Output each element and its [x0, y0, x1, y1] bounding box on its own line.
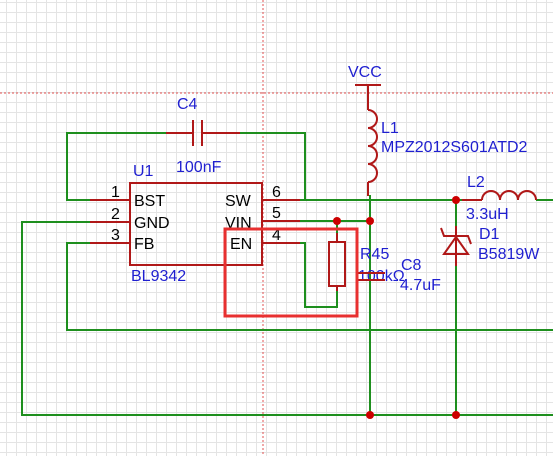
- d1-designator: D1: [479, 226, 500, 243]
- u1-pin6-num: 6: [272, 184, 281, 201]
- r45-value: 100kΩ: [358, 268, 405, 285]
- u1-pin3-num: 3: [111, 227, 120, 244]
- l1-designator: L1: [381, 120, 399, 137]
- vcc-net-port[interactable]: VCC: [348, 64, 382, 110]
- u1-component[interactable]: 1 2 3 6 5 4 BST GND FB SW VIN EN U1 BL93…: [90, 163, 300, 285]
- l2-designator: L2: [467, 174, 485, 191]
- junction-dot: [366, 411, 374, 419]
- schematic-canvas[interactable]: 1 2 3 6 5 4 BST GND FB SW VIN EN U1 BL93…: [0, 0, 553, 456]
- l2-component[interactable]: L2 3.3uH: [462, 174, 537, 223]
- u1-pin-fb-label: FB: [134, 236, 154, 253]
- u1-pin-en-label: EN: [230, 236, 252, 253]
- r45-body[interactable]: [328, 241, 346, 287]
- c4-value: 100nF: [176, 159, 222, 176]
- u1-pin5-num: 5: [272, 205, 281, 222]
- c8-designator: C8: [401, 257, 422, 274]
- r45-component[interactable]: R45 100kΩ: [328, 233, 405, 291]
- r45-designator: R45: [360, 246, 389, 263]
- l2-coil: [481, 190, 537, 201]
- d1-value: B5819W: [478, 246, 540, 263]
- l1-coil: [367, 109, 378, 183]
- schematic-svg[interactable]: 1 2 3 6 5 4 BST GND FB SW VIN EN U1 BL93…: [0, 0, 553, 456]
- wire-bst-c4[interactable]: [66, 132, 188, 201]
- junction-dot: [333, 217, 341, 225]
- vcc-label: VCC: [348, 64, 382, 81]
- u1-pin1-num: 1: [111, 184, 120, 201]
- l1-value: MPZ2012S601ATD2: [381, 139, 528, 156]
- c4-designator: C4: [177, 96, 198, 113]
- junction-dot: [452, 411, 460, 419]
- u1-pin2-num: 2: [111, 206, 120, 223]
- c4-component[interactable]: C4 100nF: [166, 96, 240, 176]
- l2-value: 3.3uH: [466, 206, 509, 223]
- junction-dot: [452, 196, 460, 204]
- u1-designator: U1: [133, 163, 154, 180]
- u1-part-name: BL9342: [131, 268, 186, 285]
- d1-component[interactable]: D1 B5819W: [440, 226, 540, 266]
- u1-pin-sw-label: SW: [225, 193, 252, 210]
- junction-dot: [366, 217, 374, 225]
- wire-gnd[interactable]: [21, 221, 553, 416]
- u1-pin-bst-label: BST: [134, 193, 165, 210]
- c8-value: 4.7uF: [400, 277, 441, 294]
- l1-component[interactable]: L1 MPZ2012S601ATD2: [367, 109, 528, 196]
- u1-pin-gnd-label: GND: [134, 215, 170, 232]
